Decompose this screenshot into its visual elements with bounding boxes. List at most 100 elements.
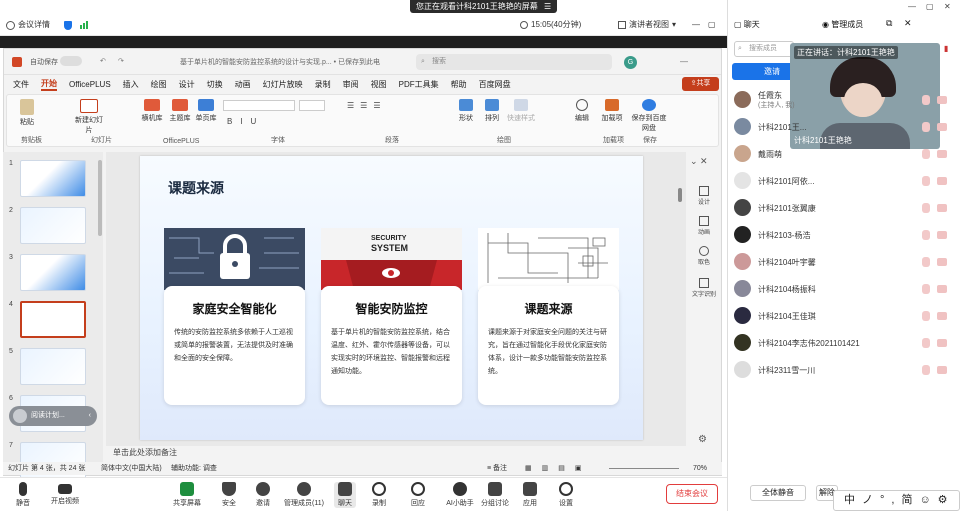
slide-thumbnail[interactable] xyxy=(20,301,86,338)
new-slide-button[interactable]: 新建幻灯片 xyxy=(75,99,103,135)
window-maximize-icon[interactable]: ▢ xyxy=(708,18,716,32)
settings-gear-icon[interactable]: ⚙ xyxy=(698,434,707,445)
slide-thumbnail[interactable] xyxy=(20,207,86,244)
muted-mic-icon[interactable] xyxy=(922,149,930,159)
menu-5[interactable]: 设计 xyxy=(179,79,195,90)
chat-button[interactable]: 聊天 xyxy=(334,482,356,508)
popout-icon[interactable]: ⧉ xyxy=(886,18,892,29)
menu-1[interactable]: 开始 xyxy=(41,78,57,91)
video-off-icon[interactable] xyxy=(937,96,947,104)
thumbnail-scrollbar[interactable] xyxy=(98,160,102,236)
current-slide[interactable]: 课题来源 SECURITY SYSTEM 家庭安全智能化 传统的安防监控系统多依… xyxy=(140,156,643,440)
muted-mic-icon[interactable] xyxy=(922,257,930,267)
meeting-info[interactable]: 会议详情 xyxy=(6,18,50,32)
security-button[interactable]: 安全 xyxy=(220,482,238,508)
video-off-icon[interactable] xyxy=(937,339,947,347)
redo-icon[interactable]: ↷ xyxy=(118,57,124,65)
slide-thumbnail[interactable] xyxy=(20,254,86,291)
ocr-tool[interactable]: 文字识别 xyxy=(686,278,722,298)
notes-placeholder[interactable]: 单击此处添加备注 xyxy=(113,447,177,458)
member-row[interactable]: 计科2104叶宇馨 xyxy=(728,250,960,274)
share-screen-button[interactable]: 共享屏幕 xyxy=(172,482,202,508)
share-button[interactable]: ⇪共享 xyxy=(682,77,719,91)
edit-button[interactable]: 编辑 xyxy=(571,99,593,123)
animation-tool[interactable]: 动画 xyxy=(686,216,722,236)
member-row[interactable]: 计科2104杨振科 xyxy=(728,277,960,301)
record-button[interactable]: 录制 xyxy=(370,482,388,508)
minimize-icon[interactable]: — xyxy=(680,57,688,66)
member-search-input[interactable]: ⌕ 搜索成员 xyxy=(734,41,794,57)
notes-toggle[interactable]: ≡ 备注 xyxy=(487,462,507,475)
accessibility-status[interactable]: 辅助功能: 调查 xyxy=(171,462,217,475)
language-status[interactable]: 简体中文(中国大陆) xyxy=(101,462,162,475)
member-row[interactable]: 计科2104李志伟2021101421 xyxy=(728,331,960,355)
undo-icon[interactable]: ↶ xyxy=(100,57,106,65)
video-off-icon[interactable] xyxy=(937,204,947,212)
font-name-select[interactable] xyxy=(223,100,295,111)
zoom-level[interactable]: 70% xyxy=(693,462,707,475)
video-off-icon[interactable] xyxy=(937,366,947,374)
reading-plan-widget[interactable]: 阅读计划... ‹ xyxy=(9,406,97,426)
member-row[interactable]: 任霞东 (主持人, 我) xyxy=(728,88,960,112)
muted-mic-icon[interactable] xyxy=(922,203,930,213)
menu-8[interactable]: 幻灯片放映 xyxy=(263,79,303,90)
breakout-button[interactable]: 分组讨论 xyxy=(480,482,510,508)
member-row[interactable]: 戴雨萌 xyxy=(728,142,960,166)
video-off-icon[interactable] xyxy=(937,231,947,239)
view-mode-dropdown[interactable]: 演讲者视图 ▾ xyxy=(618,18,676,32)
member-row[interactable]: 计科2101王... xyxy=(728,115,960,139)
close-panel-icon[interactable]: ✕ xyxy=(904,18,912,29)
muted-mic-icon[interactable] xyxy=(922,230,930,240)
font-format-icons[interactable]: BIU xyxy=(227,117,264,126)
muted-mic-icon[interactable] xyxy=(922,176,930,186)
autosave-toggle[interactable] xyxy=(60,56,82,66)
react-button[interactable]: 回应 xyxy=(408,482,428,508)
video-off-icon[interactable] xyxy=(937,258,947,266)
menu-2[interactable]: OfficePLUS xyxy=(69,80,111,89)
tab-members[interactable]: ◉ 管理成员 xyxy=(822,19,863,30)
minimize-icon[interactable]: — xyxy=(908,2,916,11)
close-icon[interactable]: ✕ xyxy=(944,2,951,11)
video-button[interactable]: 开启视频 xyxy=(50,482,80,506)
video-off-icon[interactable] xyxy=(937,177,947,185)
ai-assistant-button[interactable]: AI小助手 xyxy=(444,482,476,508)
member-row[interactable]: 计科2101张翼康 xyxy=(728,196,960,220)
video-off-icon[interactable] xyxy=(937,312,947,320)
muted-mic-icon[interactable] xyxy=(922,365,930,375)
video-off-icon[interactable] xyxy=(937,123,947,131)
menu-0[interactable]: 文件 xyxy=(13,79,29,90)
menu-13[interactable]: 帮助 xyxy=(451,79,467,90)
member-row[interactable]: 计科2311雪一川 xyxy=(728,358,960,382)
signal-icon[interactable] xyxy=(80,18,88,32)
manage-members-button[interactable]: 管理成员(11) xyxy=(282,482,326,508)
theme-lib-button[interactable]: 主题库 xyxy=(167,99,193,123)
mute-all-button[interactable]: 全体静音 xyxy=(750,485,806,501)
arrange-button[interactable]: 排列 xyxy=(481,99,503,123)
menu-6[interactable]: 切换 xyxy=(207,79,223,90)
menu-11[interactable]: 视图 xyxy=(371,79,387,90)
video-off-icon[interactable] xyxy=(937,285,947,293)
video-off-icon[interactable] xyxy=(937,150,947,158)
addins-button[interactable]: 加载项 xyxy=(601,99,623,123)
paragraph-icons[interactable]: ☰☰☰ xyxy=(347,101,387,110)
menu-12[interactable]: PDF工具集 xyxy=(399,79,439,90)
slide-scrollbar[interactable] xyxy=(678,188,682,202)
menu-10[interactable]: 审阅 xyxy=(343,79,359,90)
ppt-search-box[interactable]: ⌕ 搜索 xyxy=(416,54,612,70)
color-picker-tool[interactable]: 取色 xyxy=(686,246,722,266)
member-row[interactable]: 计科2104王佳琪 xyxy=(728,304,960,328)
zoom-slider[interactable] xyxy=(609,468,679,469)
muted-mic-icon[interactable] xyxy=(922,95,930,105)
invite-button[interactable]: 邀请 xyxy=(254,482,272,508)
font-size-select[interactable] xyxy=(299,100,325,111)
apps-button[interactable]: 应用 xyxy=(520,482,540,508)
paste-button[interactable]: 粘贴 xyxy=(17,99,37,127)
menu-4[interactable]: 绘图 xyxy=(151,79,167,90)
user-avatar[interactable]: G xyxy=(624,56,637,69)
tab-chat[interactable]: ▢ 聊天 xyxy=(734,19,760,30)
maximize-icon[interactable]: ▢ xyxy=(926,2,934,11)
member-row[interactable]: 计科2103-杨浩 xyxy=(728,223,960,247)
menu-7[interactable]: 动画 xyxy=(235,79,251,90)
menu-14[interactable]: 百度网盘 xyxy=(479,79,511,90)
settings-button[interactable]: 设置 xyxy=(556,482,576,508)
